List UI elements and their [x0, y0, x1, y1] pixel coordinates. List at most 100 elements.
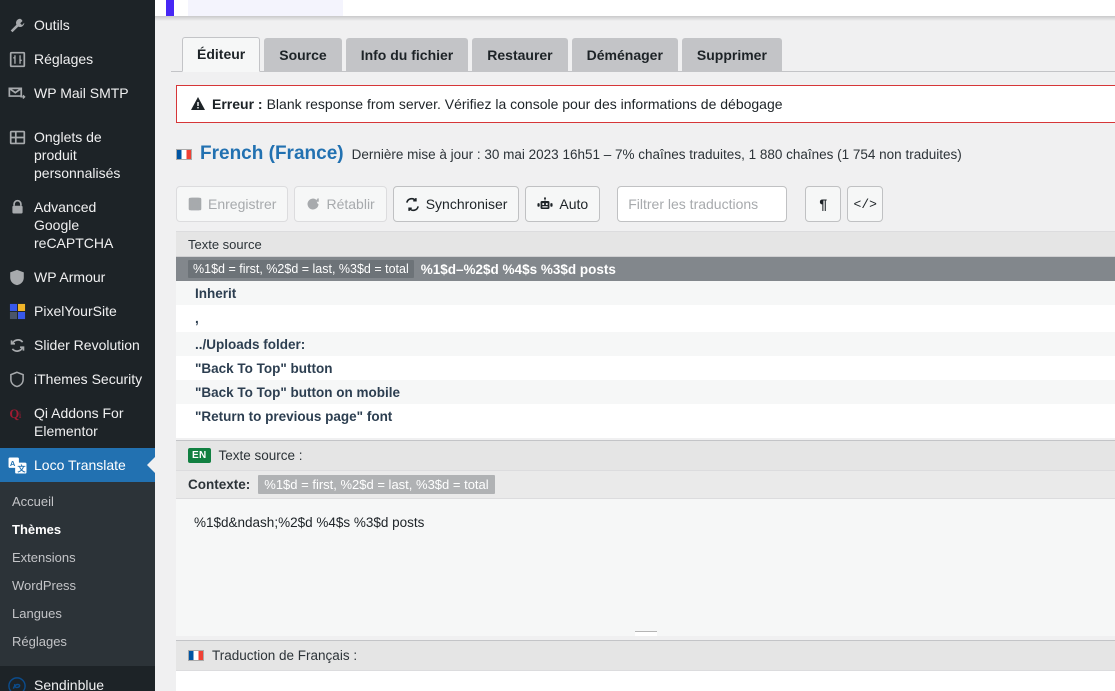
source-panel-header: EN Texte source : — [176, 441, 1115, 471]
tab-restaurer[interactable]: Restaurer — [472, 38, 568, 72]
toggle-invisibles-button[interactable]: ¶ — [805, 186, 842, 222]
sidebar-item-langues[interactable]: Langues — [0, 600, 155, 628]
sidebar-item-advanced-google-recaptcha[interactable]: Advanced Google reCAPTCHA — [0, 190, 155, 260]
row-source-text: ../Uploads folder: — [195, 336, 306, 352]
strings-table[interactable]: Texte source %1$d = first, %2$d = last, … — [176, 231, 1115, 438]
language-name[interactable]: French (France) — [200, 143, 344, 165]
row-source-text: "Back To Top" button on mobile — [195, 384, 401, 400]
svg-text:Q: Q — [9, 407, 19, 421]
editor-toolbar: Enregistrer Rétablir Synchroniser Auto F… — [176, 185, 1115, 223]
translate-icon: A文 — [0, 456, 34, 474]
row-source-text: %1$d–%2$d %4$s %3$d posts — [420, 261, 616, 277]
blue-marker — [166, 0, 174, 16]
shield-icon — [0, 268, 34, 286]
revert-button[interactable]: Rétablir — [294, 186, 387, 222]
refresh-icon — [0, 336, 34, 354]
panel-resize-handle[interactable] — [176, 630, 1115, 636]
table-row[interactable]: "Back To Top" button — [176, 356, 1115, 380]
sidebar-item-qi-addons[interactable]: Qi Qi Addons For Elementor — [0, 396, 155, 448]
row-context-badge: %1$d = first, %2$d = last, %3$d = total — [188, 260, 414, 278]
sidebar-item-wp-armour[interactable]: WP Armour — [0, 260, 155, 294]
tab-editeur[interactable]: Éditeur — [182, 37, 261, 72]
context-value: %1$d = first, %2$d = last, %3$d = total — [258, 475, 495, 494]
sidebar-item-themes[interactable]: Thèmes — [0, 516, 155, 544]
row-source-text: "Back To Top" button — [195, 360, 333, 376]
table-row[interactable]: , — [176, 305, 1115, 332]
sidebar-item-wordpress[interactable]: WordPress — [0, 572, 155, 600]
toggle-code-view-button[interactable]: </> — [847, 186, 884, 222]
language-header: French (France) Dernière mise à jour : 3… — [176, 138, 1115, 170]
notice-message: Blank response from server. Vérifiez la … — [266, 96, 783, 112]
sidebar-item-pixelyoursite[interactable]: PixelYourSite — [0, 294, 155, 328]
sidebar-item-extensions[interactable]: Extensions — [0, 544, 155, 572]
flag-fr-icon — [176, 148, 192, 160]
sidebar-item-reglages[interactable]: Réglages — [0, 42, 155, 76]
sidebar-item-ithemes-security[interactable]: iThemes Security — [0, 362, 155, 396]
table-row[interactable]: Inherit — [176, 281, 1115, 305]
qi-icon: Qi — [0, 404, 34, 422]
translation-textarea[interactable] — [176, 671, 1115, 691]
tab-supprimer[interactable]: Supprimer — [681, 38, 782, 72]
sidebar-item-label: Qi Addons For Elementor — [34, 405, 124, 439]
sidebar-item-label: Réglages — [34, 51, 94, 67]
table-row[interactable]: %1$d = first, %2$d = last, %3$d = total … — [176, 257, 1115, 281]
sidebar-item-wp-mail-smtp[interactable]: WP Mail SMTP — [0, 76, 155, 110]
translation-panel-header: Traduction de Français : — [176, 641, 1115, 671]
sidebar-item-label: iThemes Security — [34, 371, 143, 387]
sidebar-item-accueil[interactable]: Accueil — [0, 488, 155, 516]
menu-separator — [0, 110, 155, 120]
sidebar-item-label: WP Armour — [34, 269, 106, 285]
warning-icon — [191, 96, 205, 112]
sync-button-label: Synchroniser — [425, 196, 508, 212]
source-panel-title: Texte source : — [218, 448, 303, 463]
top-placeholder-box — [188, 0, 343, 16]
context-bar: Contexte: %1$d = first, %2$d = last, %3$… — [176, 471, 1115, 499]
table-row[interactable]: ../Uploads folder: — [176, 332, 1115, 356]
error-notice: Erreur : Blank response from server. Vér… — [176, 85, 1115, 123]
row-source-text: , — [195, 311, 199, 326]
robot-icon — [537, 196, 553, 212]
sidebar-item-label: Loco Translate — [34, 457, 126, 473]
wordpress-admin-screen: Outils Réglages WP Mail SMTP Onglets de … — [0, 0, 1115, 691]
sync-button[interactable]: Synchroniser — [392, 186, 520, 222]
tab-info-du-fichier[interactable]: Info du fichier — [345, 38, 469, 72]
sidebar-item-label: Sendinblue — [34, 677, 105, 691]
flag-fr-icon — [188, 650, 204, 661]
source-text-panel: EN Texte source : Contexte: %1$d = first… — [176, 440, 1115, 636]
filter-input[interactable] — [617, 186, 788, 222]
sidebar-item-label: PixelYourSite — [34, 303, 117, 319]
strings-column-header: Texte source — [176, 232, 1115, 257]
floppy-icon — [188, 197, 202, 211]
translation-panel: Traduction de Français : — [176, 640, 1115, 691]
sidebar-item-sendinblue[interactable]: Sendinblue — [0, 666, 155, 691]
svg-text:文: 文 — [17, 464, 26, 474]
tab-source[interactable]: Source — [264, 38, 342, 72]
sidebar-item-onglets-produit[interactable]: Onglets de produit personnalisés — [0, 120, 155, 190]
row-source-text: Inherit — [195, 285, 237, 301]
svg-text:A: A — [9, 459, 15, 468]
translation-panel-title: Traduction de Français : — [212, 648, 358, 663]
grid-icon — [0, 302, 34, 320]
notice-prefix: Erreur : — [212, 96, 263, 112]
revert-button-label: Rétablir — [326, 196, 375, 212]
shield-outline-icon — [0, 370, 34, 388]
sidebar-item-reglages-loco[interactable]: Réglages — [0, 628, 155, 656]
save-button[interactable]: Enregistrer — [176, 186, 289, 222]
wrench-icon — [0, 16, 34, 34]
sliders-icon — [0, 50, 34, 68]
resize-grip-icon[interactable] — [634, 630, 657, 636]
auto-translate-button[interactable]: Auto — [525, 186, 601, 222]
editor-tabs: Éditeur Source Info du fichier Restaurer… — [155, 33, 1115, 72]
sidebar-item-loco-translate[interactable]: A文 Loco Translate — [0, 448, 155, 482]
sidebar-item-slider-revolution[interactable]: Slider Revolution — [0, 328, 155, 362]
tab-demenager[interactable]: Déménager — [571, 38, 678, 72]
language-meta: Dernière mise à jour : 30 mai 2023 16h51… — [351, 146, 962, 162]
sidebar-item-label: Advanced Google reCAPTCHA — [34, 199, 114, 251]
sidebar-item-outils[interactable]: Outils — [0, 8, 155, 42]
tab-underline — [171, 71, 1115, 72]
admin-sidebar: Outils Réglages WP Mail SMTP Onglets de … — [0, 0, 155, 691]
table-row[interactable]: "Back To Top" button on mobile — [176, 380, 1115, 404]
main-content: Éditeur Source Info du fichier Restaurer… — [155, 0, 1115, 691]
table-row[interactable]: "Return to previous page" font — [176, 404, 1115, 428]
sync-icon — [405, 197, 420, 212]
